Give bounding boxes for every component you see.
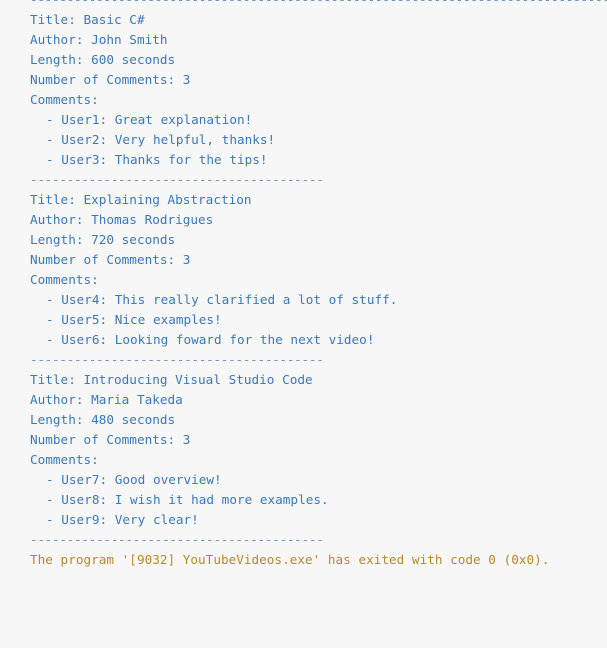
comment-item: - User7: Good overview! bbox=[46, 472, 222, 487]
comments-header: Comments: bbox=[30, 452, 99, 467]
comment-count: Number of Comments: 3 bbox=[30, 72, 191, 87]
separator: ---------------------------------------- bbox=[30, 352, 324, 367]
video-author: Author: John Smith bbox=[30, 32, 168, 47]
video-title: Title: Introducing Visual Studio Code bbox=[30, 372, 313, 387]
video-length: Length: 720 seconds bbox=[30, 232, 176, 247]
separator: ---------------------------------------- bbox=[30, 172, 324, 187]
comment-item: - User3: Thanks for the tips! bbox=[46, 152, 268, 167]
comment-item: - User2: Very helpful, thanks! bbox=[46, 132, 276, 147]
debug-output-pane: ----------------------------------------… bbox=[30, 0, 607, 570]
comment-item: - User1: Great explanation! bbox=[46, 112, 253, 127]
comment-item: - User9: Very clear! bbox=[46, 512, 199, 527]
comment-count: Number of Comments: 3 bbox=[30, 252, 191, 267]
top-separator-text: ----------------------------------------… bbox=[30, 0, 607, 6]
comment-item: - User4: This really clarified a lot of … bbox=[46, 292, 398, 307]
comments-header: Comments: bbox=[30, 272, 99, 287]
video-author: Author: Thomas Rodrigues bbox=[30, 212, 214, 227]
video-length: Length: 480 seconds bbox=[30, 412, 176, 427]
comment-item: - User5: Nice examples! bbox=[46, 312, 222, 327]
video-block-2: Title: Explaining Abstraction Author: Th… bbox=[30, 190, 607, 370]
program-exit-message: The program '[9032] YouTubeVideos.exe' h… bbox=[30, 552, 550, 567]
video-title: Title: Basic C# bbox=[30, 12, 145, 27]
top-separator: ----------------------------------------… bbox=[30, 0, 607, 10]
comment-item: - User8: I wish it had more examples. bbox=[46, 492, 329, 507]
comment-count: Number of Comments: 3 bbox=[30, 432, 191, 447]
comments-header: Comments: bbox=[30, 92, 99, 107]
video-title: Title: Explaining Abstraction bbox=[30, 192, 252, 207]
video-block-3: Title: Introducing Visual Studio Code Au… bbox=[30, 370, 607, 550]
video-author: Author: Maria Takeda bbox=[30, 392, 183, 407]
separator: ---------------------------------------- bbox=[30, 532, 324, 547]
video-length: Length: 600 seconds bbox=[30, 52, 176, 67]
video-block-1: Title: Basic C# Author: John Smith Lengt… bbox=[30, 10, 607, 190]
comment-item: - User6: Looking foward for the next vid… bbox=[46, 332, 375, 347]
